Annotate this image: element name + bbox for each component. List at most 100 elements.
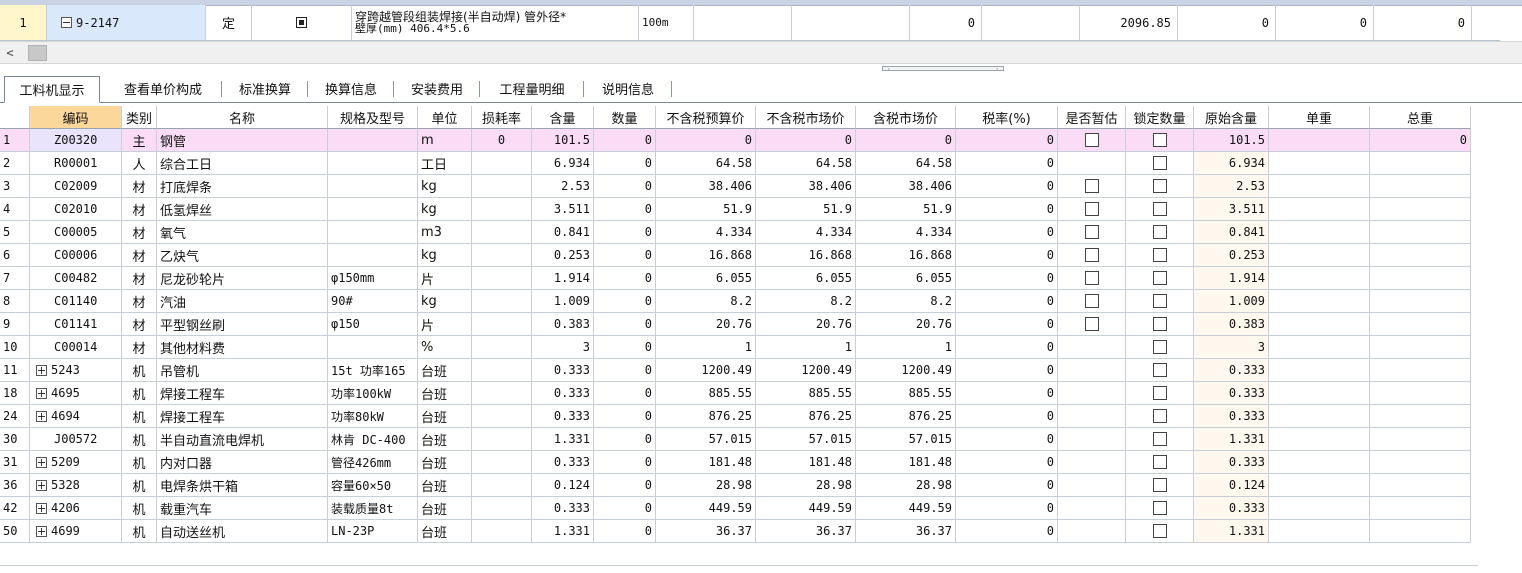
cell-original-content[interactable]: 0.841 [1194,221,1269,244]
expand-icon[interactable] [36,364,47,376]
cell-quantity[interactable]: 0 [594,267,656,290]
cell-spec[interactable]: 容量60×50 [328,474,418,497]
cell-total-weight[interactable] [1370,313,1471,336]
header-lock-quantity-check[interactable]: 锁定数量 [1126,106,1194,129]
cell-content[interactable]: 1.914 [532,267,594,290]
cell-tax-market-price[interactable]: 449.59 [856,497,956,520]
expand-icon[interactable] [36,456,47,468]
lock-quantity-checkbox[interactable] [1152,179,1167,193]
cell-total-weight[interactable] [1370,359,1471,382]
cell-market-price[interactable]: 885.55 [756,382,856,405]
cell-quantity[interactable]: 0 [594,313,656,336]
cell-total-weight[interactable] [1370,336,1471,359]
cell-total-weight[interactable] [1370,198,1471,221]
parent-row-code-cell[interactable]: 9-2147 [47,5,206,40]
cell-row-index[interactable]: 11 [0,359,30,382]
cell-quantity[interactable]: 0 [594,497,656,520]
cell-budget-price[interactable]: 1 [656,336,756,359]
cell-name[interactable]: 载重汽车 [157,497,328,520]
cell-unit-weight[interactable] [1269,290,1370,313]
cell-unit[interactable]: 台班 [418,382,472,405]
cell-original-content[interactable]: 2.53 [1194,175,1269,198]
cell-quantity[interactable]: 0 [594,290,656,313]
cell-tax-market-price[interactable]: 181.48 [856,451,956,474]
cell-unit-weight[interactable] [1269,244,1370,267]
cell-loss-rate[interactable] [472,221,532,244]
provisional-checkbox[interactable] [1084,179,1099,193]
cell-row-index[interactable]: 50 [0,520,30,543]
cell-original-content[interactable]: 3.511 [1194,198,1269,221]
lock-quantity-checkbox[interactable] [1152,271,1167,285]
cell-unit[interactable]: 片 [418,313,472,336]
cell-name[interactable]: 焊接工程车 [157,405,328,428]
cell-lock-quantity-check[interactable] [1126,336,1194,359]
cell-market-price[interactable]: 38.406 [756,175,856,198]
cell-spec[interactable]: φ150 [328,313,418,336]
cell-tax-market-price[interactable]: 1200.49 [856,359,956,382]
cell-tax-rate[interactable]: 0 [956,382,1058,405]
cell-tax-market-price[interactable]: 1 [856,336,956,359]
cell-content[interactable]: 6.934 [532,152,594,175]
cell-budget-price[interactable]: 36.37 [656,520,756,543]
cell-category[interactable]: 机 [122,405,157,428]
cell-loss-rate[interactable] [472,428,532,451]
cell-unit-weight[interactable] [1269,359,1370,382]
cell-budget-price[interactable]: 64.58 [656,152,756,175]
scroll-left-arrow-icon[interactable]: < [0,42,20,63]
lock-quantity-checkbox[interactable] [1152,478,1167,492]
cell-budget-price[interactable]: 38.406 [656,175,756,198]
cell-original-content[interactable]: 0.124 [1194,474,1269,497]
cell-name[interactable]: 其他材料费 [157,336,328,359]
cell-total-weight[interactable] [1370,290,1471,313]
cell-code[interactable]: C01141 [30,313,122,336]
cell-tax-market-price[interactable]: 20.76 [856,313,956,336]
cell-unit[interactable]: % [418,336,472,359]
cell-market-price[interactable]: 449.59 [756,497,856,520]
expand-icon[interactable] [36,387,47,399]
cell-unit-weight[interactable] [1269,221,1370,244]
cell-provisional-check[interactable] [1058,520,1126,543]
cell-quantity[interactable]: 0 [594,382,656,405]
cell-content[interactable]: 0.333 [532,359,594,382]
cell-loss-rate[interactable] [472,175,532,198]
cell-loss-rate[interactable] [472,405,532,428]
cell-tax-market-price[interactable]: 4.334 [856,221,956,244]
provisional-checkbox[interactable] [1084,202,1099,216]
cell-category[interactable]: 材 [122,313,157,336]
cell-lock-quantity-check[interactable] [1126,244,1194,267]
cell-row-index[interactable]: 4 [0,198,30,221]
cell-unit[interactable]: 工日 [418,152,472,175]
cell-code[interactable]: C00482 [30,267,122,290]
cell-original-content[interactable]: 0.333 [1194,359,1269,382]
cell-total-weight[interactable]: 0 [1370,129,1471,152]
cell-lock-quantity-check[interactable] [1126,290,1194,313]
cell-name[interactable]: 焊接工程车 [157,382,328,405]
cell-code[interactable]: C02009 [30,175,122,198]
cell-unit-weight[interactable] [1269,267,1370,290]
cell-unit[interactable]: 片 [418,267,472,290]
header-loss-rate[interactable]: 损耗率 [472,106,532,129]
lock-quantity-checkbox[interactable] [1152,386,1167,400]
tab-standard-conversion[interactable]: 标准换算 [222,76,308,101]
cell-category[interactable]: 材 [122,244,157,267]
cell-unit-weight[interactable] [1269,382,1370,405]
cell-lock-quantity-check[interactable] [1126,359,1194,382]
cell-row-index[interactable]: 10 [0,336,30,359]
cell-content[interactable]: 0.383 [532,313,594,336]
cell-unit-weight[interactable] [1269,336,1370,359]
cell-code[interactable]: Z00320 [30,129,122,152]
cell-code[interactable]: C02010 [30,198,122,221]
cell-quantity[interactable]: 0 [594,359,656,382]
cell-lock-quantity-check[interactable] [1126,175,1194,198]
cell-spec[interactable] [328,129,418,152]
cell-content[interactable]: 1.331 [532,520,594,543]
cell-unit-weight[interactable] [1269,129,1370,152]
cell-name[interactable]: 电焊条烘干箱 [157,474,328,497]
expand-icon[interactable] [36,410,47,422]
cell-content[interactable]: 0.333 [532,405,594,428]
cell-total-weight[interactable] [1370,267,1471,290]
header-market-price[interactable]: 不含税市场价 [756,106,856,129]
cell-total-weight[interactable] [1370,382,1471,405]
cell-total-weight[interactable] [1370,474,1471,497]
cell-quantity[interactable]: 0 [594,129,656,152]
